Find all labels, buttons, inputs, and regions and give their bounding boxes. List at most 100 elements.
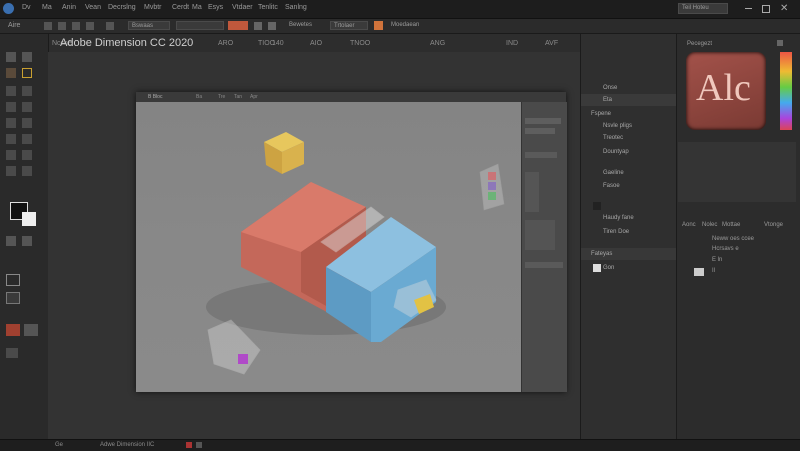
scale-icon[interactable] <box>86 22 94 30</box>
app-logo-icon[interactable] <box>3 3 14 14</box>
gradient-tool-icon[interactable] <box>6 134 16 144</box>
snap-icon[interactable] <box>254 22 262 30</box>
align-icon[interactable] <box>268 22 276 30</box>
ruler-label: ANG <box>430 40 446 47</box>
close-icon[interactable]: ✕ <box>780 3 788 14</box>
menu-item-12[interactable]: Sanlng <box>285 4 307 11</box>
menu-item-6[interactable]: Mvbtr <box>144 4 162 11</box>
render-icon[interactable] <box>374 21 383 30</box>
layer-label: Dountyap <box>603 149 629 155</box>
inner-menu-item[interactable]: Apr <box>250 94 258 100</box>
panel-divider <box>678 142 796 202</box>
menu-item-5[interactable]: Decrslng <box>108 4 136 11</box>
menu-item-4[interactable]: Vean <box>85 4 101 11</box>
thumbnail-icon[interactable] <box>6 324 20 336</box>
hand-tool-icon[interactable] <box>22 150 32 160</box>
layer-visibility-icon[interactable] <box>694 268 704 276</box>
inner-menu-item[interactable]: Tan <box>234 94 242 100</box>
menu-item-8[interactable]: Ma <box>192 4 202 11</box>
tab-1[interactable]: Aonc <box>682 222 696 228</box>
swap-icon[interactable] <box>6 236 16 246</box>
layer-row[interactable]: Fasoe <box>581 180 677 192</box>
options-field-3[interactable]: Bewetes <box>286 21 322 30</box>
tab-4[interactable]: Vtonge <box>764 222 783 228</box>
mask-icon[interactable] <box>22 236 32 246</box>
3d-viewport[interactable] <box>136 102 521 392</box>
eyedropper-tool-icon[interactable] <box>6 102 16 112</box>
zoom-tool-icon[interactable] <box>6 166 16 176</box>
lower-row[interactable]: Neww oes ccee <box>712 236 754 242</box>
panel-menu-icon[interactable] <box>777 40 783 46</box>
shape-tool-icon[interactable] <box>6 150 16 160</box>
layer-row[interactable]: Treotec <box>581 132 677 144</box>
inner-menu-item[interactable]: Tre <box>218 94 225 100</box>
color-swatch-icon[interactable] <box>228 21 248 30</box>
inner-menu-item[interactable]: Ba <box>196 94 202 100</box>
panel-tab[interactable]: Pecegezt <box>687 41 712 47</box>
frame-icon[interactable] <box>6 292 20 304</box>
eraser-tool-icon[interactable] <box>6 118 16 128</box>
tab-3[interactable]: Mottae <box>722 222 740 228</box>
settings-icon[interactable] <box>6 348 18 358</box>
menu-item-11[interactable]: Tenlitc <box>258 4 278 11</box>
lower-row[interactable]: E ln <box>712 257 722 263</box>
glass-stack <box>479 163 505 211</box>
minimize-icon[interactable] <box>745 8 752 9</box>
layer-row[interactable]: Haudy fane <box>581 212 677 224</box>
rotate-icon[interactable] <box>72 22 80 30</box>
arrow-icon[interactable] <box>44 22 52 30</box>
magic-tool-icon[interactable] <box>22 52 32 62</box>
options-field-5[interactable]: Moedaean <box>388 21 430 30</box>
lower-row[interactable]: Il <box>712 268 715 274</box>
sample-tool-icon[interactable] <box>22 102 32 112</box>
select-tool-icon[interactable] <box>6 52 16 62</box>
inner-window-title: B Bloc <box>148 94 163 100</box>
options-field-1[interactable]: Bswaas <box>128 21 170 30</box>
options-field-4[interactable]: Trtolaer <box>330 21 368 30</box>
inner-panel-row <box>525 152 557 158</box>
background-color-icon[interactable] <box>22 212 36 226</box>
menu-item-10[interactable]: Vtdaer <box>232 4 253 11</box>
layer-row[interactable]: Dountyap <box>581 146 677 158</box>
tab-2[interactable]: Nolec <box>702 222 717 228</box>
pan-tool-icon[interactable] <box>22 68 32 78</box>
text-tool-icon[interactable] <box>22 134 32 144</box>
fill-tool-icon[interactable] <box>22 118 32 128</box>
ruler-label: TNOO <box>350 40 371 47</box>
menu-item-2[interactable]: Ma <box>42 4 52 11</box>
menu-item-7[interactable]: Cerdt <box>172 4 189 11</box>
options-field-2[interactable] <box>176 21 224 30</box>
app-logo: Alc <box>686 52 766 130</box>
status-left: Ge <box>55 442 64 448</box>
layer-row[interactable]: Nsvle pligs <box>581 120 677 132</box>
options-bar: Aire Bswaas Bewetes Trtolaer Moedaean <box>0 19 800 34</box>
color-strip[interactable] <box>780 52 792 130</box>
options-label: Aire <box>8 22 21 29</box>
lower-row[interactable]: Hcrsavs e <box>712 246 739 252</box>
layer-row[interactable]: Fateyas <box>581 248 677 260</box>
screen-mode-icon[interactable] <box>6 274 20 286</box>
layer-row[interactable]: Eta <box>581 94 677 106</box>
menu-item-9[interactable]: Esys <box>208 4 223 11</box>
status-icon[interactable] <box>196 442 202 448</box>
maximize-icon[interactable] <box>762 5 770 13</box>
ruler-label: 140 <box>272 40 284 47</box>
menu-item-1[interactable]: Dv <box>22 4 31 11</box>
layer-row[interactable]: Tiren Doe <box>581 226 677 238</box>
layer-label: Onse <box>603 85 618 91</box>
orbit-tool-icon[interactable] <box>6 68 16 78</box>
camera-tool-icon[interactable] <box>22 166 32 176</box>
layer-row[interactable]: Gaeline <box>581 167 677 179</box>
layer-row[interactable]: Fspene <box>581 108 677 120</box>
layer-thumbnail-icon <box>593 264 601 272</box>
link-icon[interactable] <box>106 22 114 30</box>
brush-tool-icon[interactable] <box>6 86 16 96</box>
preview-icon[interactable] <box>24 324 38 336</box>
layer-row[interactable]: Onse <box>581 82 677 94</box>
status-icon[interactable] <box>186 442 192 448</box>
menu-item-3[interactable]: Anin <box>62 4 76 11</box>
search-input[interactable]: Teil Hoteu <box>678 3 728 14</box>
pen-tool-icon[interactable] <box>22 86 32 96</box>
inner-panel-row <box>525 172 539 212</box>
move-icon[interactable] <box>58 22 66 30</box>
